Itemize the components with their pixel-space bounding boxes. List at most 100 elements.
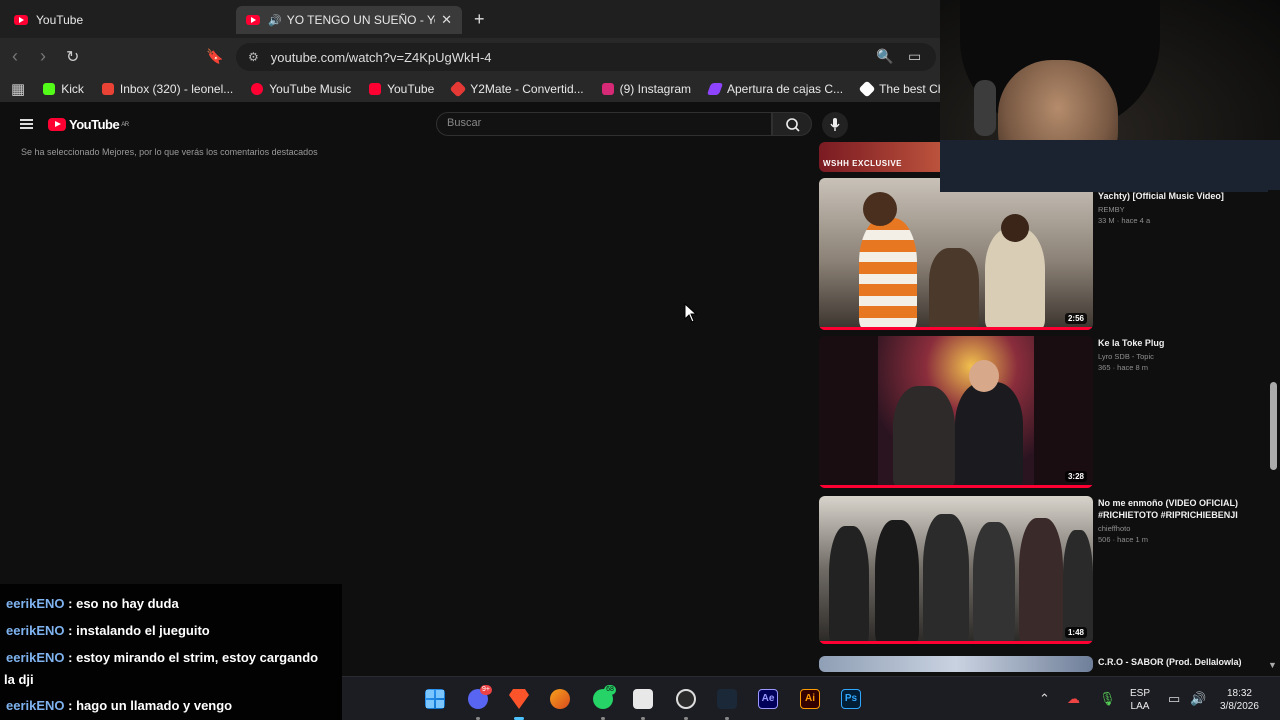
brave-browser-icon[interactable] [509, 689, 529, 709]
bookmark-cajas[interactable]: Apertura de cajas C... [706, 82, 844, 96]
chat-message: eerikENO : instalando el jueguito [6, 620, 210, 642]
thumbnail-figure [859, 218, 917, 330]
display-icon[interactable]: ▭ [1168, 691, 1180, 707]
chat-text: la dji [4, 672, 34, 687]
youtube-logo-text: YouTube [69, 117, 120, 132]
steam-icon[interactable] [717, 689, 737, 709]
zoom-icon[interactable]: 🔍 [876, 48, 893, 65]
back-icon[interactable]: ‹ [12, 46, 18, 67]
youtube-logo[interactable]: YouTube AR [48, 117, 129, 132]
youtube-logo-icon [48, 118, 66, 131]
headset-icon [974, 80, 996, 136]
search-button[interactable] [772, 112, 812, 136]
menu-icon[interactable] [20, 119, 33, 129]
chevron-up-icon[interactable]: ⌃ [1039, 691, 1050, 707]
reload-icon[interactable]: ↻ [66, 47, 79, 67]
video-meta[interactable]: C.R.O - SABOR (Prod. Dellalowla) [1098, 656, 1274, 668]
gmail-icon [101, 83, 114, 95]
channel-name[interactable]: REMBY [1098, 205, 1274, 214]
tab-title: YO TENGO UN SUEÑO - YouT [286, 13, 435, 27]
network-alert-icon[interactable]: ☁ [1067, 691, 1080, 707]
bookmark-label: The best ChatBo [879, 82, 940, 96]
bookmark-label: Apertura de cajas C... [727, 82, 844, 96]
cast-icon[interactable]: ▭ [908, 48, 921, 65]
channel-name[interactable]: chieffhoto [1098, 524, 1274, 533]
tab-youtube[interactable]: YouTube [4, 6, 230, 34]
address-bar-row: ‹ › ↻ 🔖 ⚙ youtube.com/watch?v=Z4KpUgWkH-… [0, 38, 940, 76]
video-thumbnail[interactable] [819, 656, 1093, 672]
forward-icon[interactable]: › [40, 46, 46, 67]
chat-message: eerikENO : eso no hay duda [6, 593, 179, 615]
video-title[interactable]: No me enmoño (VIDEO OFICIAL) #RICHIETOTO… [1098, 497, 1274, 521]
bookmark-instagram[interactable]: (9) Instagram [601, 82, 691, 96]
site-settings-icon[interactable]: ⚙ [248, 50, 259, 64]
scrollbar-thumb[interactable] [1270, 382, 1277, 470]
snipping-tool-icon[interactable] [633, 689, 653, 709]
after-effects-icon[interactable]: Ae [758, 689, 778, 709]
url-field[interactable]: ⚙ youtube.com/watch?v=Z4KpUgWkH-4 [236, 43, 936, 71]
new-tab-button[interactable]: + [474, 9, 485, 30]
language-indicator[interactable]: ESP LAA [1130, 687, 1150, 713]
thumbnail-badge: WSHH EXCLUSIVE [823, 159, 903, 168]
video-meta[interactable]: Yachty) [Official Music Video] REMBY 33 … [1098, 190, 1274, 225]
chat-username: eerikENO [6, 698, 65, 713]
thumbnail-figure [875, 520, 919, 644]
video-thumbnail[interactable]: 1:48 [819, 496, 1093, 644]
thumbnail-figure [893, 386, 955, 488]
microphone-tray-icon[interactable]: 🎙 [1099, 691, 1116, 707]
search-icon [786, 118, 800, 132]
scroll-down-icon[interactable]: ▼ [1268, 660, 1277, 670]
photoshop-icon[interactable]: Ps [841, 689, 861, 709]
thumbnail-figure [973, 522, 1015, 644]
bookmark-kick[interactable]: Kick [43, 82, 84, 96]
close-tab-icon[interactable]: ✕ [441, 12, 452, 28]
chat-message: eerikENO : hago un llamado y vengo [6, 695, 232, 717]
clock[interactable]: 18:32 3/8/2026 [1220, 687, 1259, 713]
bookmark-gmail[interactable]: Inbox (320) - leonel... [101, 82, 234, 96]
browser-tabbar: YouTube 🔊 YO TENGO UN SUEÑO - YouT ✕ + [0, 0, 940, 38]
url-text: youtube.com/watch?v=Z4KpUgWkH-4 [270, 49, 492, 65]
fl-studio-icon[interactable] [550, 689, 570, 709]
bookmark-y2mate[interactable]: Y2Mate - Convertid... [449, 80, 584, 98]
search-input[interactable]: Buscar [436, 112, 772, 136]
channel-name[interactable]: Lyro SDB - Topic [1098, 352, 1274, 361]
chat-message: eerikENO : estoy mirando el strim, estoy… [6, 647, 318, 669]
thumbnail-figure [1019, 518, 1063, 644]
microphone-icon [830, 118, 840, 131]
video-meta[interactable]: Ke la Toke Plug Lyro SDB - Topic 365 · h… [1098, 337, 1274, 372]
chat-text: : instalando el jueguito [64, 623, 210, 638]
video-title[interactable]: Ke la Toke Plug [1098, 337, 1274, 349]
video-thumbnail[interactable]: 2:56 [819, 178, 1093, 330]
apps-grid-icon[interactable]: ▦ [11, 80, 25, 98]
bookmark-label: Inbox (320) - leonel... [119, 82, 234, 96]
bookmark-chatbot[interactable]: The best ChatBo [858, 80, 940, 98]
video-stats: 33 M · hace 4 a [1098, 216, 1151, 225]
tab-active-video[interactable]: 🔊 YO TENGO UN SUEÑO - YouT ✕ [236, 6, 462, 34]
y2mate-icon [449, 80, 467, 98]
stream-chat-overlay: eerikENO : eso no hay duda eerikENO : in… [0, 584, 342, 720]
kick-icon [43, 83, 56, 95]
bookmark-youtube[interactable]: YouTube [369, 82, 434, 96]
youtube-music-icon [251, 83, 264, 95]
chat-text: : estoy mirando el strim, estoy cargando [64, 650, 319, 665]
cases-icon [706, 83, 724, 95]
bookmark-icon[interactable]: 🔖 [206, 48, 223, 65]
chat-username: eerikENO [6, 650, 65, 665]
video-title[interactable]: C.R.O - SABOR (Prod. Dellalowla) [1098, 656, 1274, 668]
voice-search-button[interactable] [822, 112, 848, 138]
country-code: AR [121, 121, 129, 128]
obs-icon[interactable] [676, 689, 696, 709]
bookmark-youtube-music[interactable]: YouTube Music [251, 82, 351, 96]
video-meta[interactable]: No me enmoño (VIDEO OFICIAL) #RICHIETOTO… [1098, 497, 1274, 544]
youtube-icon [369, 83, 382, 95]
thumbnail-figure [969, 360, 999, 392]
chat-message-continued: la dji [4, 669, 34, 691]
video-thumbnail[interactable]: 3:28 [819, 336, 1093, 488]
windows-start-icon[interactable] [425, 689, 445, 709]
illustrator-icon[interactable]: Ai [800, 689, 820, 709]
volume-icon[interactable]: 🔊 [1190, 691, 1206, 707]
speaker-icon[interactable]: 🔊 [268, 14, 282, 27]
chat-username: eerikENO [6, 596, 65, 611]
language-code: ESP [1130, 688, 1151, 699]
video-duration: 1:48 [1064, 627, 1087, 638]
